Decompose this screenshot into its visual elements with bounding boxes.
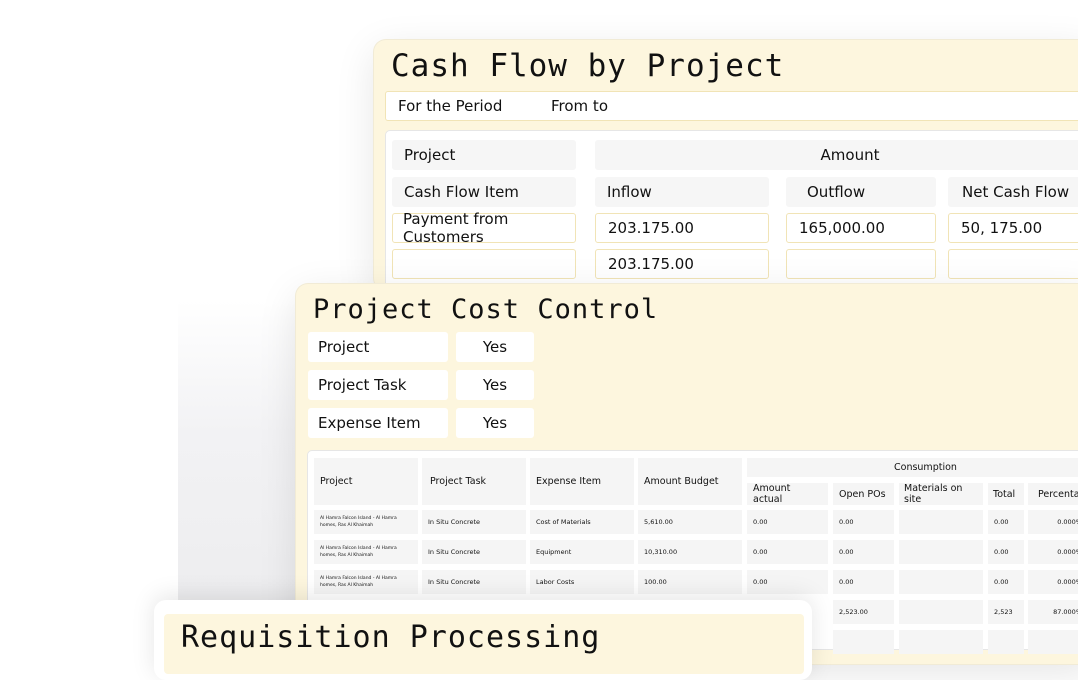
table-row-total: 0.00 xyxy=(988,570,1024,594)
table-row-open-pos: 0.00 xyxy=(833,510,894,534)
table-row-open-pos: 0.00 xyxy=(833,570,894,594)
outflow-header: Outflow xyxy=(786,177,936,207)
option-project-task-label: Project Task xyxy=(308,370,448,400)
amount-header: Amount xyxy=(595,140,1078,170)
table-row-percent: 0.000% xyxy=(1028,510,1078,534)
cash-flow-table: Project Amount Cash Flow Item Inflow Out… xyxy=(385,130,1078,300)
table-row-open-pos: 0.00 xyxy=(833,540,894,564)
option-expense-item-value[interactable]: Yes xyxy=(456,408,534,438)
col-total-header: Total xyxy=(988,483,1024,505)
inflow-header: Inflow xyxy=(595,177,769,207)
option-expense-item-label: Expense Item xyxy=(308,408,448,438)
table-row-project: Al Hamra Falcon Island - Al Hamra homes,… xyxy=(314,540,418,564)
col-project-task-header: Project Task xyxy=(422,458,526,505)
table-row-actual: 0.00 xyxy=(747,540,828,564)
inflow-cell: 203.175.00 xyxy=(595,213,769,243)
cash-flow-item-cell xyxy=(392,249,576,279)
requisition-card: Requisition Processing xyxy=(154,600,812,680)
col-amount-budget-header: Amount Budget xyxy=(638,458,742,505)
option-project-label: Project xyxy=(308,332,448,362)
period-bar: For the Period From to xyxy=(385,91,1078,121)
table-row-materials xyxy=(899,540,983,564)
cash-flow-item-header: Cash Flow Item xyxy=(392,177,576,207)
project-header: Project xyxy=(392,140,576,170)
table-row-budget: 10,310.00 xyxy=(638,540,742,564)
background-shadow xyxy=(178,300,298,634)
table-row-project: Al Hamra Falcon Island - Al Hamra homes,… xyxy=(314,510,418,534)
table-row-expense: Equipment xyxy=(530,540,634,564)
table-row-materials xyxy=(899,570,983,594)
table-row-expense: Cost of Materials xyxy=(530,510,634,534)
table-row-percent: 0.000% xyxy=(1028,540,1078,564)
inflow-cell: 203.175.00 xyxy=(595,249,769,279)
table-row-total: 2,523 xyxy=(988,600,1024,624)
table-row-project: Al Hamra Falcon Island - Al Hamra homes,… xyxy=(314,570,418,594)
col-open-pos-header: Open POs xyxy=(833,483,894,505)
option-project-task-value[interactable]: Yes xyxy=(456,370,534,400)
net-cash-flow-cell xyxy=(948,249,1078,279)
table-row-actual: 0.00 xyxy=(747,570,828,594)
requisition-inner: Requisition Processing xyxy=(164,614,804,674)
table-row-actual: 0.00 xyxy=(747,510,828,534)
table-row-total: 0.00 xyxy=(988,510,1024,534)
outflow-cell xyxy=(786,249,936,279)
cash-flow-item-cell: Payment from Customers xyxy=(392,210,576,246)
table-row-expense: Labor Costs xyxy=(530,570,634,594)
table-row-materials xyxy=(899,510,983,534)
col-percentage-header: Percentag xyxy=(1028,483,1078,505)
net-cash-flow-header: Net Cash Flow xyxy=(948,177,1078,207)
outflow-cell: 165,000.00 xyxy=(786,213,936,243)
table-row-budget: 100.00 xyxy=(638,570,742,594)
table-row-total: 0.00 xyxy=(988,540,1024,564)
col-expense-item-header: Expense Item xyxy=(530,458,634,505)
table-row-materials xyxy=(899,600,983,624)
col-project-header: Project xyxy=(314,458,418,505)
cost-control-title: Project Cost Control xyxy=(313,294,659,325)
cash-flow-card: Cash Flow by Project For the Period From… xyxy=(374,40,1078,300)
net-cash-flow-cell: 50, 175.00 xyxy=(948,213,1078,243)
table-row-percent: 87.000% xyxy=(1028,600,1078,624)
table-row-budget: 5,610.00 xyxy=(638,510,742,534)
requisition-title: Requisition Processing xyxy=(181,620,601,655)
table-row-task: In Situ Concrete xyxy=(422,570,526,594)
period-label: For the Period xyxy=(398,97,503,115)
cash-flow-title: Cash Flow by Project xyxy=(391,48,785,84)
col-materials-on-site-header: Materials on site xyxy=(899,483,983,505)
option-project-value[interactable]: Yes xyxy=(456,332,534,362)
table-row-percent: 0.000% xyxy=(1028,570,1078,594)
from-to-label: From to xyxy=(551,97,608,115)
col-amount-actual-header: Amount actual xyxy=(747,483,828,505)
table-row-task: In Situ Concrete xyxy=(422,540,526,564)
table-row-task: In Situ Concrete xyxy=(422,510,526,534)
table-row-open-pos: 2,523.00 xyxy=(833,600,894,624)
consumption-header: Consumption xyxy=(747,458,1078,477)
